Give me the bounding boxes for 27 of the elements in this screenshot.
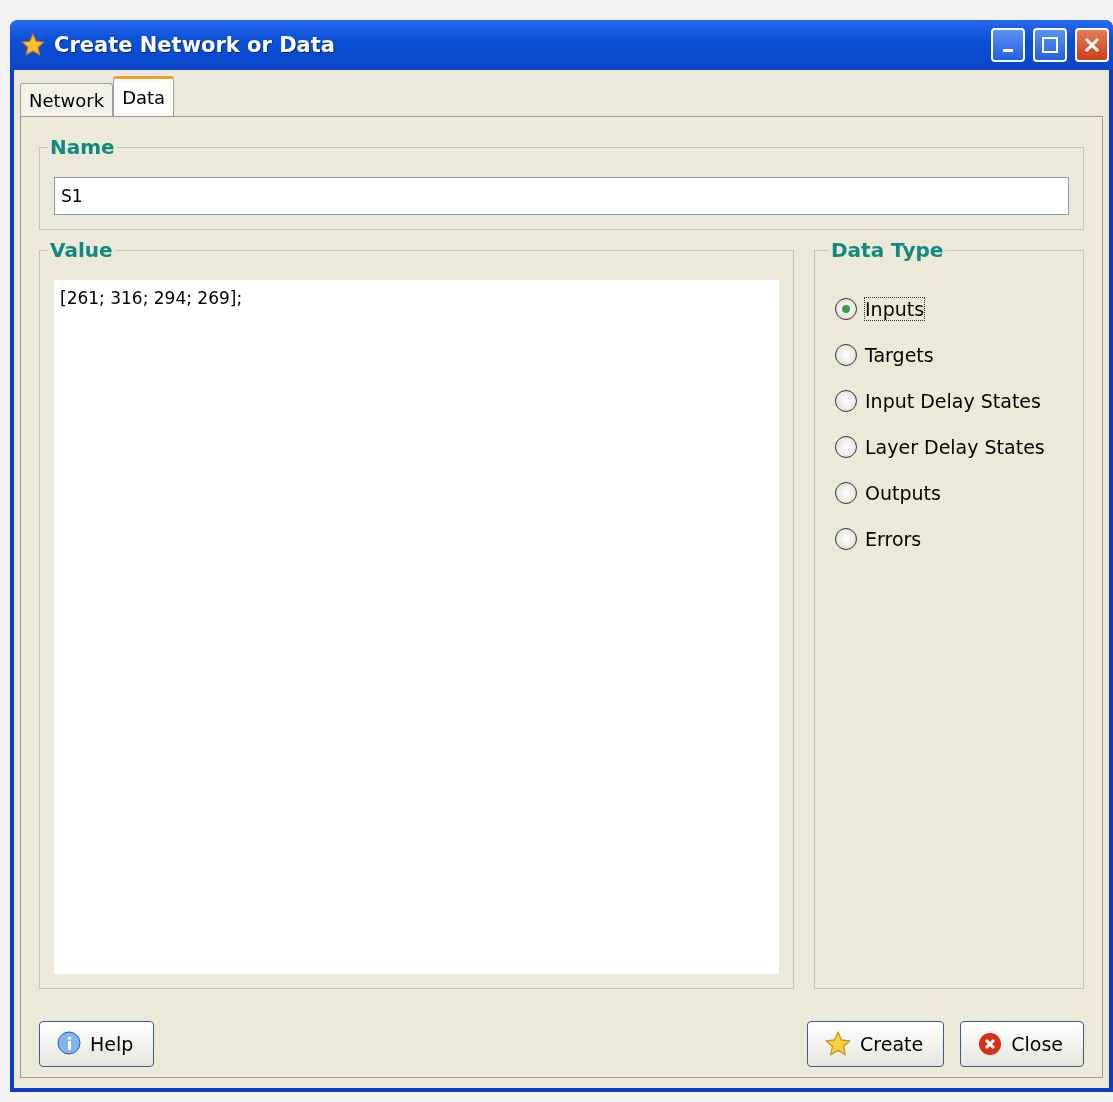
create-button[interactable]: Create: [807, 1021, 945, 1067]
value-field[interactable]: [261; 316; 294; 269];: [54, 280, 779, 974]
radio-option[interactable]: Outputs: [835, 470, 1069, 516]
group-title: Name: [49, 135, 116, 159]
name-field[interactable]: S1: [54, 177, 1069, 215]
info-icon: [56, 1031, 82, 1057]
tab[interactable]: Network: [20, 83, 114, 116]
group-title: Value: [49, 238, 114, 262]
radio-option[interactable]: Inputs: [835, 286, 1069, 332]
star-icon: [20, 32, 46, 58]
radio-option[interactable]: Layer Delay States: [835, 424, 1069, 470]
close-button[interactable]: [1075, 28, 1109, 62]
radio-option[interactable]: Targets: [835, 332, 1069, 378]
window-title: Create Network or Data: [54, 33, 336, 57]
minimize-icon: [1003, 48, 1013, 52]
maximize-button[interactable]: [1033, 28, 1067, 62]
help-button[interactable]: Help: [39, 1021, 155, 1067]
close-icon: [1084, 37, 1100, 53]
star-icon: [824, 1030, 853, 1058]
tab[interactable]: Data: [113, 76, 175, 116]
radio-option[interactable]: Errors: [835, 516, 1069, 562]
radio-option[interactable]: Input Delay States: [835, 378, 1069, 424]
maximize-icon: [1042, 37, 1058, 53]
group-title: Data Type: [830, 238, 945, 262]
minimize-button[interactable]: [991, 28, 1025, 62]
close-button[interactable]: Close: [960, 1021, 1084, 1067]
close-icon: [977, 1031, 1004, 1057]
